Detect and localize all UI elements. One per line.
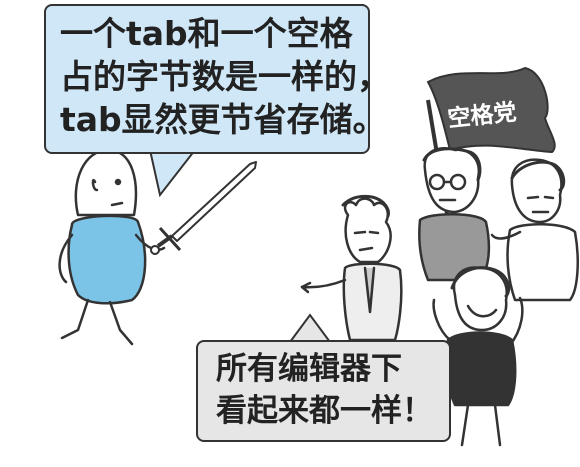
blue-shirt [67, 214, 147, 305]
speech-line-1: 所有编辑器下 [216, 351, 402, 387]
left-bubble-tail [148, 149, 198, 198]
speech-line-2: 看起来都一样！ [216, 393, 433, 429]
speech-line-1: 一个tab和一个空格 [60, 14, 353, 53]
head [74, 148, 138, 217]
tab-supporter-character [58, 148, 166, 346]
right-bubble-tail [288, 313, 332, 343]
pointing-character [300, 194, 403, 342]
tab-argument-speech-bubble: 一个tab和一个空格 占的字节数是一样的， tab显然更节省存储。 [44, 4, 390, 154]
space-argument-speech-bubble: 所有编辑器下 看起来都一样！ [196, 340, 451, 442]
white-shirt [506, 222, 579, 302]
speech-line-2: 占的字节数是一样的， [60, 57, 390, 96]
dark-shirt [444, 331, 517, 407]
right-leg [108, 300, 134, 346]
left-leg [60, 298, 90, 340]
speech-line-3: tab显然更节省存储。 [60, 100, 386, 139]
glasses-character [418, 146, 491, 282]
